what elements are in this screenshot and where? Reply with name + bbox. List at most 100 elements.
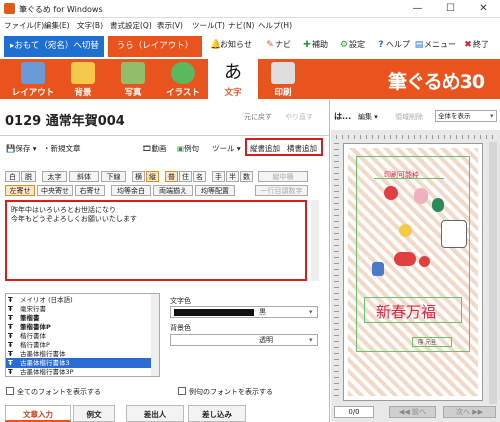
redo-button[interactable]: やり直す: [285, 112, 313, 122]
menu-file[interactable]: ファイル(F): [4, 20, 44, 31]
menu-button[interactable]: ▤メニュー: [414, 39, 456, 50]
align-distribute[interactable]: 均等配置: [195, 185, 235, 196]
tool-print[interactable]: 印刷: [258, 59, 308, 99]
font-name: 筆楷書: [20, 314, 40, 322]
font-list[interactable]: Ŧ メイリオ (日本語) Ŧ 毫宋行書 Ŧ 筆楷書 Ŧ 筆楷書体P Ŧ 楷行書体 Ŧ 楷行書…: [5, 293, 160, 377]
tool-background-label: 背景: [74, 88, 92, 98]
preview-scrollbar[interactable]: [489, 142, 497, 404]
exit-button[interactable]: ✖終了: [463, 39, 489, 50]
font-name: 楷行書体: [20, 332, 46, 340]
greeting-text: 新春万福: [376, 303, 437, 321]
tab-merge[interactable]: 差し込み: [188, 405, 246, 422]
add-horizontal-button[interactable]: 横書追加: [287, 143, 317, 154]
otafuku-illustration: [414, 188, 428, 204]
preview-edit-dropdown[interactable]: 編集 ▾: [358, 112, 378, 122]
align-right[interactable]: 右寄せ: [75, 185, 105, 196]
tool-text[interactable]: あ 文字: [208, 59, 258, 99]
settings-button[interactable]: ⚙設定: [339, 39, 365, 50]
textarea-scrollbar[interactable]: [311, 200, 319, 281]
tool-photo[interactable]: 写真: [108, 59, 158, 99]
navi-icon: ✎: [266, 40, 274, 50]
postcard-preview[interactable]: 印刷可能枠 新春万福 序 元旦: [343, 143, 483, 401]
fmt-underline[interactable]: 下線: [101, 171, 126, 182]
fmt-bold[interactable]: 太字: [42, 171, 67, 182]
next-page-button[interactable]: 次へ ▶▶: [443, 406, 496, 418]
layout-tab[interactable]: うら（レイアウト）: [108, 36, 202, 57]
video-button[interactable]: 🎞動画: [142, 143, 167, 154]
daruma-illustration: [384, 186, 398, 200]
menu-help[interactable]: ヘルプ(H): [258, 20, 292, 31]
menu-tools[interactable]: ツール(T): [192, 20, 225, 31]
tool-background[interactable]: 背景: [58, 59, 108, 99]
fmt-tate-chu-yoko[interactable]: 縦中横: [258, 171, 308, 182]
tab-example[interactable]: 例文: [73, 405, 115, 422]
prev-page-button[interactable]: ◀◀ 前へ: [389, 406, 436, 418]
fmt-horizontal[interactable]: 横: [132, 171, 145, 182]
fmt-italic[interactable]: 斜体: [69, 171, 99, 182]
minimize-button[interactable]: —: [401, 0, 434, 18]
delete-region-button[interactable]: 領域削除: [395, 112, 423, 122]
fmt-vertical[interactable]: 縦: [146, 171, 159, 182]
font-name: 楷行書体P: [20, 341, 50, 349]
help-button[interactable]: ? ヘルプ: [376, 39, 410, 50]
chevron-down-icon: ▾: [490, 112, 494, 120]
brand-logo: 筆ぐるめ30: [388, 71, 485, 93]
tab-text-input[interactable]: 文章入力: [5, 405, 71, 422]
align-center[interactable]: 中央寄せ: [37, 185, 73, 196]
font-item[interactable]: Ŧ 古墨体楷行書体3P: [6, 367, 151, 376]
align-justify[interactable]: 両端揃え: [153, 185, 193, 196]
font-list-scrollbar[interactable]: [151, 294, 159, 376]
show-example-fonts-checkbox[interactable]: [178, 387, 186, 395]
tool-illust[interactable]: イラスト: [158, 59, 208, 99]
menu-edit[interactable]: 編集(E): [44, 20, 70, 31]
align-left[interactable]: 左寄せ: [5, 185, 35, 196]
switch-address-tab[interactable]: ▸おもて（宛名）へ切替: [4, 36, 104, 57]
tools-dropdown[interactable]: ツール ▾: [212, 143, 241, 154]
align-even-margin[interactable]: 均等余白: [111, 185, 151, 196]
menu-text[interactable]: 文字(B): [77, 20, 103, 31]
printable-marker: [374, 178, 444, 179]
text-color-value: 黒: [259, 308, 266, 316]
tool-layout[interactable]: レイアウト: [8, 59, 58, 99]
font-name: 古墨体楷行書体: [20, 350, 66, 358]
preview-edit-label: 編集: [358, 113, 372, 121]
bg-color-select[interactable]: 透明 ▾: [170, 334, 318, 346]
menu-format[interactable]: 書式設定(Q): [110, 20, 152, 31]
menu-bar: ファイル(F) 編集(E) 文字(B) 書式設定(Q) 表示(V) ツール(T)…: [0, 18, 500, 31]
new-text-button[interactable]: ・新規文章: [43, 143, 81, 154]
view-select[interactable]: 全体を表示 ▾: [435, 110, 497, 122]
navi-label: ナビ: [275, 40, 291, 49]
truetype-icon: Ŧ: [8, 368, 13, 376]
maximize-button[interactable]: ☐: [434, 0, 467, 18]
title-bar: 筆ぐるめ for Windows — ☐ ✕: [0, 0, 500, 18]
undo-button[interactable]: 元に戻す: [244, 112, 272, 122]
fmt-number[interactable]: 数: [240, 171, 253, 182]
next-label: 次へ: [456, 408, 470, 416]
text-color-select[interactable]: 黒 ▾: [170, 306, 318, 318]
fmt-white[interactable]: 白: [5, 171, 20, 182]
new-text-label: 新規文章: [50, 144, 81, 153]
first-line-number[interactable]: 一行目頭数字: [255, 185, 308, 196]
color-swatch: [174, 309, 254, 316]
assist-button[interactable]: ✚補助: [302, 39, 328, 50]
fmt-name[interactable]: 名: [193, 171, 206, 182]
fmt-hand[interactable]: 手: [212, 171, 225, 182]
show-all-fonts-checkbox[interactable]: [6, 387, 14, 395]
menu-navi[interactable]: ナビ(N): [228, 20, 254, 31]
example-button[interactable]: ▣例句: [177, 143, 199, 154]
save-button[interactable]: 💾保存 ▾: [6, 143, 37, 154]
tool-photo-label: 写真: [124, 88, 142, 98]
fmt-address[interactable]: 住: [179, 171, 192, 182]
navi-button[interactable]: ✎ナビ: [265, 39, 291, 50]
message-textarea[interactable]: 昨年中はいろいろとお世話になり 今年もどうぞよろしくお願いいたします: [5, 200, 307, 281]
close-button[interactable]: ✕: [467, 0, 500, 18]
window-title: 筆ぐるめ for Windows: [19, 5, 103, 14]
notice-button[interactable]: 🔔お知らせ: [210, 39, 252, 50]
menu-view[interactable]: 表示(V): [157, 20, 183, 31]
fmt-half[interactable]: 半: [226, 171, 239, 182]
fmt-outline[interactable]: 脱: [21, 171, 36, 182]
fmt-normal[interactable]: 普: [165, 171, 178, 182]
tab-sender[interactable]: 差出人: [126, 405, 184, 422]
add-vertical-button[interactable]: 縦書追加: [250, 143, 280, 154]
tool-print-label: 印刷: [274, 88, 292, 98]
